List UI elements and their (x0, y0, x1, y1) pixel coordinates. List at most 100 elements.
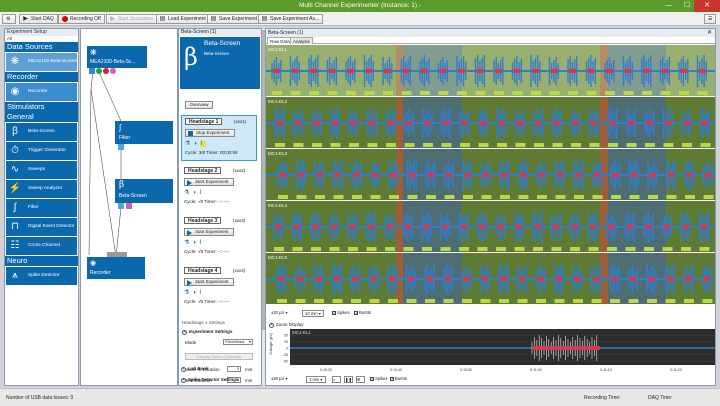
burst-marker (310, 69, 317, 73)
zoom-controls: ±30 µV ▾ 1 min ▾ ⌕ ❚❚ ⊞ ✓Spikes ✓Bursts (266, 375, 715, 384)
item-recorder[interactable]: ◉ Recorder (6, 83, 77, 101)
wave-icon[interactable]: ⌇ (199, 290, 205, 296)
category-recorder: Recorder (5, 72, 78, 82)
display-series-button[interactable]: Display Series (Optional) (185, 353, 253, 360)
magnifier-button[interactable]: ⌕ (332, 376, 341, 383)
beta-out-port[interactable] (118, 203, 124, 209)
item-digital-event-detector[interactable]: ⊓ Digital Event Detector (6, 218, 77, 236)
port-red[interactable] (103, 68, 109, 74)
close-panel-icon[interactable]: ✕ (707, 29, 712, 37)
settings-button[interactable]: ⚙ (2, 14, 16, 24)
burst-marker (423, 225, 430, 229)
start-experiment-button[interactable]: Start Experiment (184, 178, 234, 186)
burst-bar (514, 247, 525, 251)
burst-marker (495, 69, 502, 73)
wave-icon[interactable]: ⌇ (199, 240, 205, 246)
washin-input[interactable]: 3 (227, 366, 241, 372)
burst-marker (352, 277, 359, 281)
experiment-settings-header[interactable]: ˄ Experiment Settings (182, 329, 233, 335)
stop-experiment-button[interactable]: Stop Experiment (185, 129, 235, 137)
zoom-scale-select[interactable]: ±30 µV ▾ (269, 376, 290, 383)
start-simulation-button[interactable]: ▶ Start Simulation (106, 14, 158, 24)
filter-icon: ∫ (13, 202, 17, 213)
fit-button[interactable]: ⊞ (356, 376, 365, 383)
menu-button[interactable]: ☰ (704, 14, 716, 24)
burst-marker (537, 277, 544, 281)
headstage-label: Headstage 3 (184, 217, 222, 224)
port-blue[interactable] (89, 68, 95, 74)
item-mea2100-beta-screen[interactable]: ❋ MEA2100-Beta-Screen (6, 53, 77, 71)
zoom-x-tick: 0:11:00 (530, 368, 541, 372)
burst-bar (573, 299, 583, 303)
check-icon: ✓ (390, 376, 394, 381)
burst-bar (702, 299, 713, 303)
scale-select[interactable]: ±30 µV ▾ (269, 310, 290, 317)
zoom-display-header[interactable]: ˄ Zoom Display (266, 321, 715, 329)
channel-label: MC1-EL4 (268, 203, 288, 208)
burst-bar (275, 143, 285, 147)
item-spike-detector[interactable]: ⩚ Spike Detector (6, 267, 77, 285)
beta-out-port-2[interactable] (126, 203, 132, 209)
port-magenta[interactable] (110, 68, 116, 74)
node-filter[interactable]: ∫ Filter (115, 121, 173, 144)
category-data-sources: Data Sources (5, 42, 78, 52)
headstage-4[interactable]: Headstage 4 (xxx4) Start Experiment ⚗◑⌇ … (181, 265, 257, 311)
start-experiment-button[interactable]: Start Experiment (184, 278, 234, 286)
wave-icon[interactable]: ⌇ (199, 190, 205, 196)
node-beta-screen[interactable]: β Beta-Screen (115, 179, 173, 203)
bursts-checkbox[interactable]: ✓Bursts (352, 310, 373, 317)
wave-icon[interactable]: ⌇ (200, 141, 206, 147)
save-experiment-button[interactable]: ▤ Save Experiment (207, 14, 262, 24)
load-experiment-button[interactable]: ▤ Load Experiment (156, 14, 210, 24)
node-recorder[interactable]: ◉ Recorder (87, 257, 145, 279)
start-experiment-button[interactable]: Start Experiment (184, 228, 234, 236)
close-button[interactable]: ✕ (694, 0, 720, 12)
item-trigger-generator[interactable]: ⏱ Trigger Generator (6, 142, 77, 160)
spikes-checkbox[interactable]: ✓Spikes (330, 310, 352, 317)
node-mea2100[interactable]: ❋ MEA2100-Beta-Sc... (87, 46, 147, 68)
mode-select[interactable]: Predefined ▾ (223, 339, 253, 345)
port-green[interactable] (96, 68, 102, 74)
overview-button[interactable]: Overview (185, 101, 213, 109)
item-cross-channel[interactable]: ☷ Cross-Channel (6, 237, 77, 255)
burst-bar (534, 143, 544, 147)
burst-bar (684, 299, 694, 303)
burst-bar (369, 299, 380, 303)
item-filter[interactable]: ∫ Filter (6, 199, 77, 217)
zoom-x-tick: 0:10:50 (460, 368, 472, 372)
item-beta-screen[interactable]: β Beta-Screen (6, 123, 77, 141)
tab-raw-data[interactable]: Raw Data (267, 37, 293, 44)
tab-analysis[interactable]: Analysis (290, 37, 313, 44)
lab-book-header[interactable]: ˅ Lab Book (181, 366, 209, 372)
headstage-1[interactable]: Headstage 1 (xxx1) Stop Experiment ⚗◑⌇ C… (181, 115, 257, 161)
beta-symbol-icon: β (184, 43, 198, 71)
headstage-2[interactable]: Headstage 2 (xxx2) Start Experiment ⚗◑⌇ … (181, 165, 257, 211)
item-sweeps[interactable]: ∿ Sweeps (6, 161, 77, 179)
burst-bar (625, 247, 636, 251)
time-select[interactable]: 10 min ▾ (302, 310, 324, 317)
burst-bar (443, 299, 454, 303)
zoom-time-select[interactable]: 1 min ▾ (306, 376, 326, 383)
burst-marker (273, 69, 280, 73)
spike-icon: ⩚ (12, 270, 18, 281)
burst-marker (386, 225, 393, 229)
filter-out-port[interactable] (118, 144, 124, 150)
burst-bar (533, 247, 543, 251)
burst-bar (406, 299, 417, 303)
item-sweep-analyzer[interactable]: ⚡ Sweep Analyzer (6, 180, 77, 198)
zoom-bursts-checkbox[interactable]: ✓Bursts (388, 376, 409, 383)
mea-device-icon: ❋ (10, 56, 20, 67)
spike-settings-header[interactable]: ˅ Spike Detector Settings (181, 377, 239, 383)
save-experiment-as-button[interactable]: ▤ Save Experiment As... (258, 14, 324, 24)
pause-button[interactable]: ❚❚ (344, 376, 353, 383)
burst-bar (475, 91, 486, 95)
burst-bar (531, 91, 541, 95)
start-daq-button[interactable]: ▶ Start DAQ (19, 14, 58, 24)
zoom-x-tick: 0:10:30 (320, 368, 332, 372)
burst-bar (389, 195, 399, 199)
headstage-3[interactable]: Headstage 3 (xxx3) Start Experiment ⚗◑⌇ … (181, 215, 257, 261)
recording-button[interactable]: Recording Off (58, 14, 105, 24)
minimize-button[interactable]: — (660, 0, 678, 12)
zoom-spikes-checkbox[interactable]: ✓Spikes (368, 376, 390, 383)
burst-marker (445, 173, 453, 177)
